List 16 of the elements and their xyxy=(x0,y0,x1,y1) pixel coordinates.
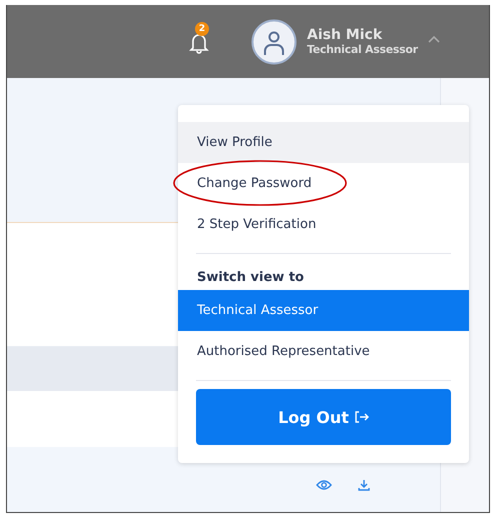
download-icon[interactable] xyxy=(358,479,370,491)
switch-view-heading: Switch view to xyxy=(196,269,305,287)
eye-icon[interactable] xyxy=(316,479,332,491)
caret-up-icon[interactable] xyxy=(428,34,440,42)
role-option[interactable]: Technical Assessor xyxy=(178,290,469,331)
menu-item[interactable]: View Profile xyxy=(178,122,469,163)
menu-item[interactable]: 2 Step Verification xyxy=(178,204,469,245)
role-option[interactable]: Authorised Representative xyxy=(178,331,469,372)
bell-icon[interactable] xyxy=(189,32,209,54)
user-name: Aish Mick xyxy=(307,27,384,43)
user-avatar-icon[interactable] xyxy=(251,18,297,64)
user-role: Technical Assessor xyxy=(307,43,418,56)
menu-item[interactable]: Change Password xyxy=(178,163,469,204)
notification-badge: 2 xyxy=(195,22,209,36)
logout-button[interactable]: Log Out xyxy=(196,389,451,445)
logout-icon xyxy=(354,411,369,423)
